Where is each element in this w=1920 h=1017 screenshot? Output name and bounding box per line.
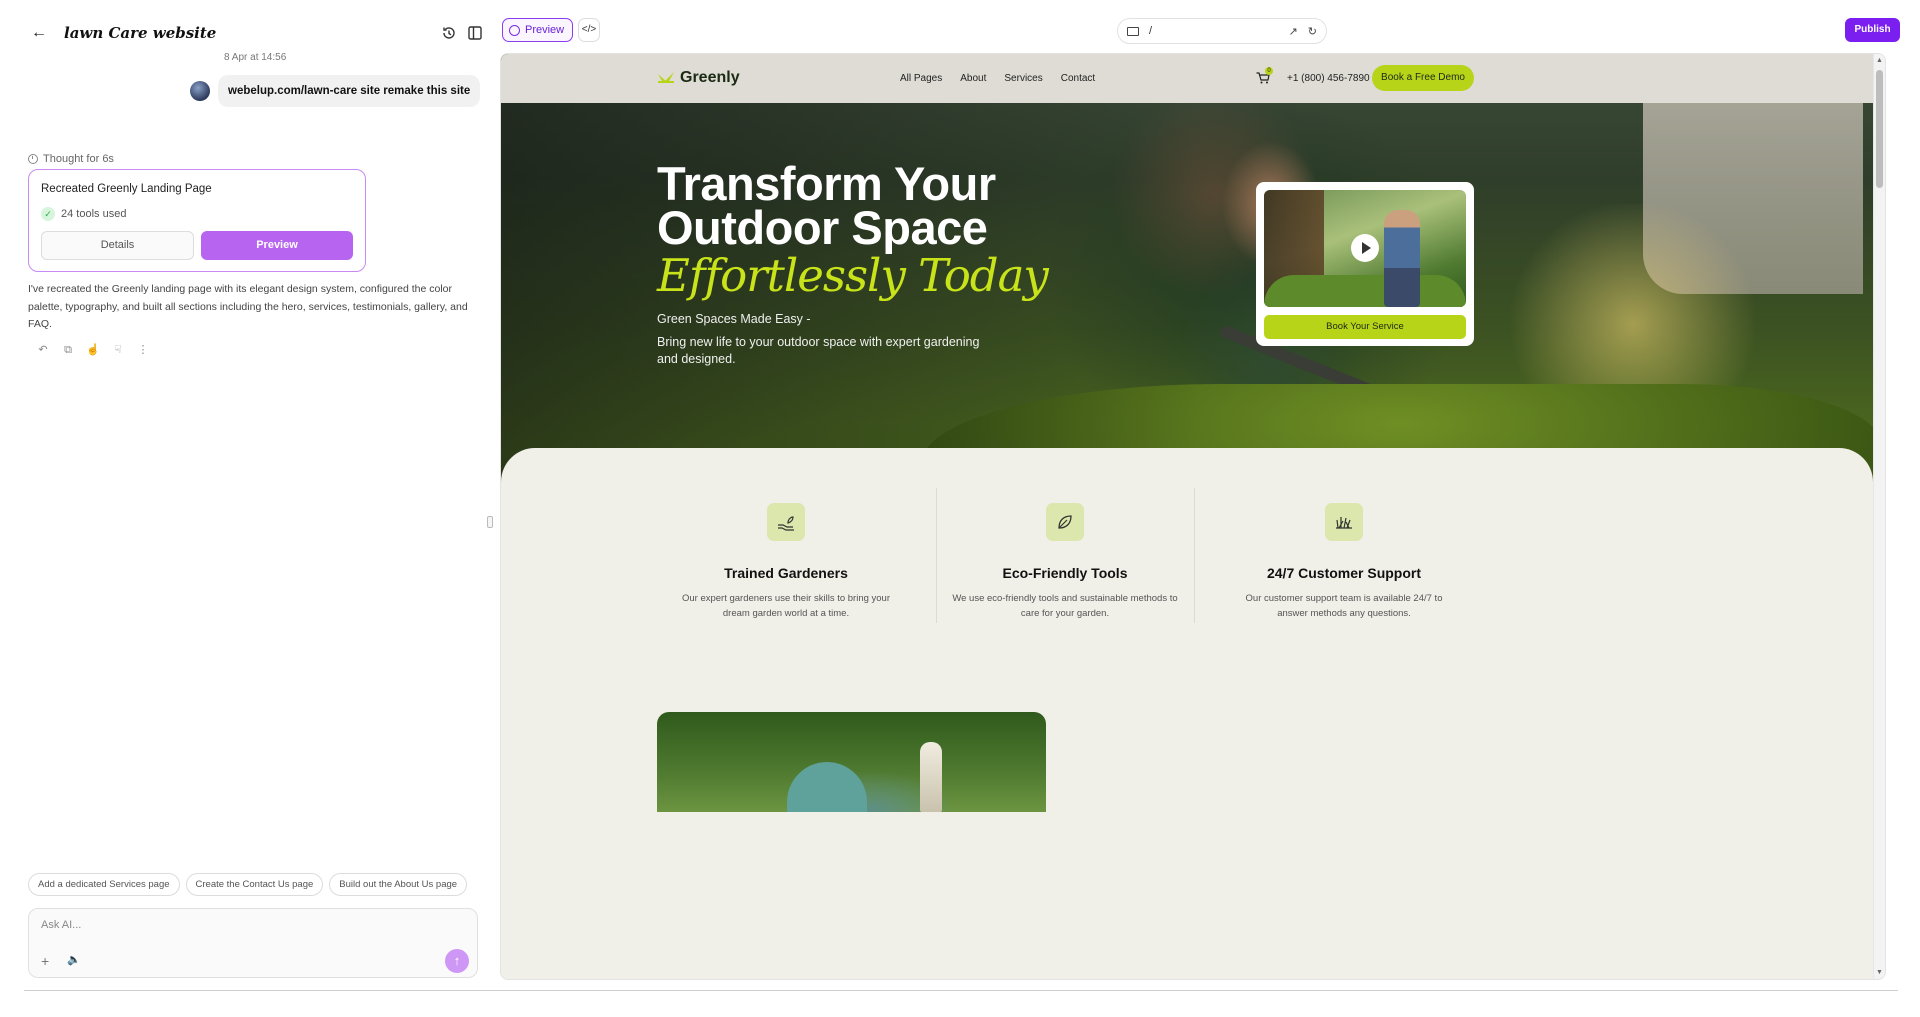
project-title: lawn Care website (64, 24, 217, 42)
url-bar[interactable]: / ↗ ↻ (1117, 18, 1327, 44)
result-card-title: Recreated Greenly Landing Page (41, 183, 212, 195)
preview-toolbar: Preview </> / ↗ ↻ Publish (500, 16, 1900, 46)
nav-link-contact[interactable]: Contact (1061, 73, 1095, 84)
undo-icon[interactable]: ↶ (36, 343, 50, 357)
feature-description: Our customer support team is available 2… (1245, 593, 1443, 619)
message-actions: ↶ ⧉ ☝ ☟ ⋮ (36, 343, 150, 357)
feature-card: Eco-Friendly Tools We use eco-friendly t… (925, 503, 1205, 621)
grass-icon (1325, 503, 1363, 541)
video-thumbnail[interactable] (1264, 190, 1466, 307)
scroll-down-arrow-icon[interactable]: ▼ (1876, 969, 1883, 976)
url-path[interactable]: / (1149, 25, 1152, 37)
play-icon[interactable] (1351, 234, 1379, 262)
thought-label: Thought for 6s (43, 153, 114, 165)
tab-preview-label: Preview (525, 24, 565, 36)
panel-resize-handle[interactable] (487, 516, 493, 528)
feature-divider (1194, 488, 1195, 623)
features-section: Trained Gardeners Our expert gardeners u… (501, 448, 1873, 979)
chat-panel: ← lawn Care website 8 Apr at 14:56 webel… (0, 0, 500, 990)
suggestion-chip[interactable]: Add a dedicated Services page (28, 873, 180, 896)
message-timestamp: 8 Apr at 14:56 (224, 52, 287, 63)
feature-title: 24/7 Customer Support (1266, 565, 1422, 581)
app-root: ← lawn Care website 8 Apr at 14:56 webel… (0, 0, 1920, 1017)
user-message: webelup.com/lawn-care site remake this s… (190, 74, 481, 108)
tools-used-label: 24 tools used (61, 208, 127, 220)
toggle-sidebar-icon[interactable] (464, 22, 486, 44)
details-button[interactable]: Details (41, 231, 194, 260)
ask-ai-input[interactable] (41, 919, 421, 931)
leaf-icon (1046, 503, 1084, 541)
nav-link-about[interactable]: About (960, 73, 986, 84)
hero-title-line-1: Transform Your (657, 157, 996, 210)
hero-title-line-2: Outdoor Space (657, 201, 988, 254)
site-logo[interactable]: Greenly (657, 69, 740, 87)
reload-icon[interactable]: ↻ (1308, 25, 1317, 38)
plus-icon[interactable]: + (41, 953, 49, 969)
check-icon: ✓ (41, 207, 55, 221)
thumbs-up-icon[interactable]: ☝ (86, 343, 100, 357)
assistant-message: I've recreated the Greenly landing page … (28, 283, 468, 330)
monitor-icon[interactable] (1127, 26, 1139, 36)
preview-frame: Greenly All Pages About Services Contact… (500, 53, 1886, 980)
history-icon[interactable] (438, 22, 460, 44)
tab-preview[interactable]: Preview (502, 18, 574, 42)
globe-icon (509, 24, 520, 36)
copy-icon[interactable]: ⧉ (61, 343, 75, 357)
suggestion-chips: Add a dedicated Services page Create the… (28, 873, 468, 896)
back-arrow-icon[interactable]: ← (28, 22, 50, 44)
feature-description: Our expert gardeners use their skills to… (681, 593, 891, 619)
thought-indicator[interactable]: Thought for 6s (28, 153, 114, 165)
gallery-image (657, 712, 1046, 812)
tab-code[interactable]: </> (578, 18, 600, 42)
site-nav-links: All Pages About Services Contact (900, 73, 1095, 84)
feature-card: Trained Gardeners Our expert gardeners u… (646, 503, 926, 621)
external-link-icon[interactable]: ↗ (1289, 25, 1298, 38)
send-button[interactable]: ↑ (445, 949, 469, 973)
card-preview-button[interactable]: Preview (201, 231, 353, 260)
chat-composer: + 🔈 ↑ (28, 908, 478, 978)
thumbs-down-icon[interactable]: ☟ (111, 343, 125, 357)
clock-icon (28, 154, 38, 164)
scroll-thumb[interactable] (1876, 70, 1883, 188)
audio-icon[interactable]: 🔈 (67, 953, 81, 966)
hero-script-title: Effortlessly Today (657, 249, 1049, 302)
site-navbar: Greenly All Pages About Services Contact… (501, 54, 1873, 103)
feature-description: We use eco-friendly tools and sustainabl… (952, 593, 1178, 619)
chat-header: ← lawn Care website (28, 20, 488, 46)
cart-badge: 0 (1265, 67, 1273, 75)
scroll-up-arrow-icon[interactable]: ▲ (1876, 57, 1883, 64)
hero-description: Bring new life to your outdoor space wit… (657, 335, 980, 366)
feature-title: Trained Gardeners (724, 565, 848, 581)
hero-subtitle: Green Spaces Made Easy - (657, 312, 811, 326)
book-service-button[interactable]: Book Your Service (1264, 315, 1466, 339)
feature-card: 24/7 Customer Support Our customer suppo… (1204, 503, 1484, 621)
preview-scrollbar[interactable]: ▲ ▼ (1873, 54, 1885, 979)
video-card: Book Your Service (1256, 182, 1474, 346)
suggestion-chip[interactable]: Create the Contact Us page (185, 873, 324, 896)
suggestion-chip[interactable]: Build out the About Us page (329, 873, 468, 896)
avatar (190, 81, 210, 101)
hand-plant-icon (767, 503, 805, 541)
publish-button[interactable]: Publish (1845, 18, 1900, 42)
tools-used-row: ✓ 24 tools used (41, 207, 126, 221)
book-demo-button[interactable]: Book a Free Demo (1372, 65, 1474, 91)
bottom-divider (24, 990, 1898, 991)
leaf-logo-icon (658, 72, 674, 83)
feature-title: Eco-Friendly Tools (1002, 565, 1128, 581)
phone-number[interactable]: +1 (800) 456-7890 (1287, 73, 1370, 84)
user-message-text: webelup.com/lawn-care site remake this s… (218, 75, 481, 107)
more-options-icon[interactable]: ⋮ (136, 343, 150, 357)
hero-title: Transform Your Outdoor Space (657, 157, 996, 254)
result-card: Recreated Greenly Landing Page ✓ 24 tool… (28, 169, 366, 272)
nav-link-services[interactable]: Services (1004, 73, 1042, 84)
nav-link-all-pages[interactable]: All Pages (900, 73, 942, 84)
logo-text: Greenly (680, 69, 740, 86)
